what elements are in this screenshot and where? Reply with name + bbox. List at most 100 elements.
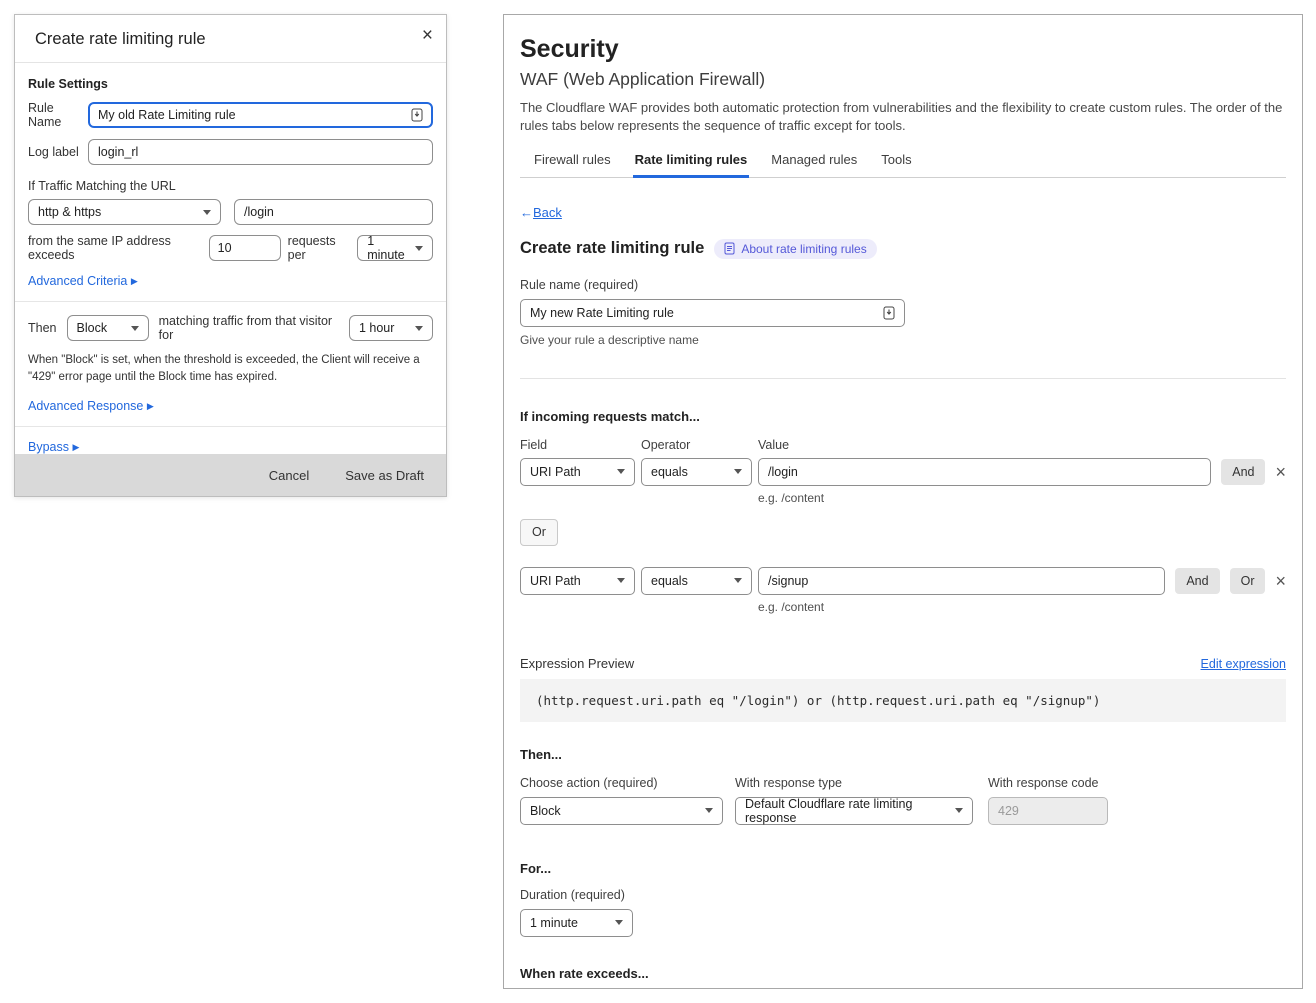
advanced-response-link[interactable]: Advanced Response ▶ xyxy=(28,399,433,413)
response-code-input xyxy=(988,797,1108,825)
modal-footer: Cancel Save as Draft xyxy=(15,454,446,496)
or-button[interactable]: Or xyxy=(520,519,558,546)
and-button[interactable]: And xyxy=(1175,568,1219,594)
edit-expression-link[interactable]: Edit expression xyxy=(1201,657,1286,671)
expand-triangle-icon: ▶ xyxy=(131,276,138,286)
page-description: The Cloudflare WAF provides both automat… xyxy=(520,99,1286,136)
condition-column-labels: Field Operator Value xyxy=(520,438,1286,452)
field-select[interactable]: URI Path xyxy=(520,458,635,486)
document-icon xyxy=(724,242,735,255)
rule-name-input[interactable] xyxy=(88,102,433,128)
rule-name-input[interactable] xyxy=(520,299,905,327)
operator-select[interactable]: equals xyxy=(641,458,752,486)
tab-managed-rules[interactable]: Managed rules xyxy=(771,152,857,177)
duration-label: Duration (required) xyxy=(520,888,1286,902)
match-section: If incoming requests match... Field Oper… xyxy=(520,409,1286,614)
period-select[interactable]: 1 minute xyxy=(357,235,433,261)
and-button[interactable]: And xyxy=(1221,459,1265,485)
back-arrow-icon: ← xyxy=(520,205,533,220)
url-input[interactable] xyxy=(234,199,433,225)
rule-name-label: Rule name (required) xyxy=(520,278,1286,292)
condition-row: URI Path equals And × xyxy=(520,458,1286,486)
rule-name-help: Give your rule a descriptive name xyxy=(520,333,1286,347)
response-type-select[interactable]: Default Cloudflare rate limiting respons… xyxy=(735,797,973,825)
action-select[interactable]: Block xyxy=(67,315,149,341)
duration-select[interactable]: 1 minute xyxy=(520,909,633,937)
response-type-label: With response type xyxy=(735,776,973,790)
page-subtitle: WAF (Web Application Firewall) xyxy=(520,69,1286,90)
condition-row: URI Path equals And Or × xyxy=(520,567,1286,595)
close-icon[interactable]: × xyxy=(422,26,433,45)
expression-preview-label: Expression Preview xyxy=(520,656,634,671)
value-input-field[interactable] xyxy=(768,465,1201,479)
for-section: For... Duration (required) 1 minute xyxy=(520,861,1286,937)
waf-tabs: Firewall rules Rate limiting rules Manag… xyxy=(520,152,1286,178)
then-section-heading: Then... xyxy=(520,747,1286,762)
screen: Create rate limiting rule × Rule Setting… xyxy=(0,0,1316,1003)
value-input[interactable] xyxy=(758,458,1211,486)
cancel-button[interactable]: Cancel xyxy=(269,468,309,483)
rule-name-block: Rule name (required) Give your rule a de… xyxy=(520,278,1286,347)
expression-preview-block: Expression Preview Edit expression (http… xyxy=(520,656,1286,722)
tab-firewall-rules[interactable]: Firewall rules xyxy=(534,152,611,177)
match-section-heading: If incoming requests match... xyxy=(520,409,1286,424)
chevron-down-icon xyxy=(203,210,211,215)
modal-title: Create rate limiting rule xyxy=(35,30,433,49)
chevron-down-icon xyxy=(617,578,625,583)
tab-rate-limiting-rules[interactable]: Rate limiting rules xyxy=(635,152,748,177)
threshold-input[interactable] xyxy=(209,235,281,261)
autofill-icon xyxy=(411,108,423,122)
block-note-text: When "Block" is set, when the threshold … xyxy=(28,352,433,387)
value-input-field[interactable] xyxy=(768,574,1155,588)
value-input[interactable] xyxy=(758,567,1165,595)
for-section-heading: For... xyxy=(520,861,1286,876)
page-title: Security xyxy=(520,35,1286,64)
log-label-input-field[interactable] xyxy=(98,145,423,159)
chevron-down-icon xyxy=(734,578,742,583)
value-column-label: Value xyxy=(758,438,789,452)
rule-name-input-field[interactable] xyxy=(530,306,877,320)
operator-column-label: Operator xyxy=(641,438,752,452)
bypass-link[interactable]: Bypass ▶ xyxy=(28,440,433,454)
chevron-down-icon xyxy=(615,920,623,925)
tab-tools[interactable]: Tools xyxy=(881,152,911,177)
security-waf-panel: Security WAF (Web Application Firewall) … xyxy=(503,14,1303,989)
chevron-down-icon xyxy=(734,469,742,474)
about-rate-limiting-rules-badge[interactable]: About rate limiting rules xyxy=(714,239,876,259)
remove-condition-icon[interactable]: × xyxy=(1275,572,1286,590)
action-select[interactable]: Block xyxy=(520,797,723,825)
then-section: Then... Choose action (required) With re… xyxy=(520,747,1286,825)
response-code-input-field xyxy=(998,804,1098,818)
save-as-draft-button[interactable]: Save as Draft xyxy=(345,468,424,483)
rate-section: When rate exceeds... Requests (required)… xyxy=(520,966,1286,989)
divider xyxy=(15,301,446,302)
form-title: Create rate limiting rule xyxy=(520,239,704,258)
chevron-down-icon xyxy=(131,326,139,331)
form-title-row: Create rate limiting rule About rate lim… xyxy=(520,239,1286,259)
response-code-label: With response code xyxy=(988,776,1108,790)
rate-section-heading: When rate exceeds... xyxy=(520,966,1286,981)
field-column-label: Field xyxy=(520,438,635,452)
or-button[interactable]: Or xyxy=(1230,568,1266,594)
operator-select[interactable]: equals xyxy=(641,567,752,595)
field-select[interactable]: URI Path xyxy=(520,567,635,595)
chevron-down-icon xyxy=(617,469,625,474)
divider xyxy=(15,426,446,427)
block-duration-select[interactable]: 1 hour xyxy=(349,315,433,341)
expression-preview-code: (http.request.uri.path eq "/login") or (… xyxy=(520,679,1286,722)
create-rate-limiting-rule-modal: Create rate limiting rule × Rule Setting… xyxy=(14,14,447,497)
threshold-row: from the same IP address exceeds request… xyxy=(28,234,433,262)
log-label-input[interactable] xyxy=(88,139,433,165)
threshold-prefix-text: from the same IP address exceeds xyxy=(28,234,202,262)
modal-body: Rule Settings Rule Name Log label If Tra… xyxy=(15,63,446,454)
chevron-down-icon xyxy=(705,808,713,813)
traffic-match-label: If Traffic Matching the URL xyxy=(28,179,433,193)
scheme-select[interactable]: http & https xyxy=(28,199,221,225)
rule-name-input-field[interactable] xyxy=(98,108,405,122)
url-input-field[interactable] xyxy=(244,205,423,219)
advanced-criteria-link[interactable]: Advanced Criteria ▶ xyxy=(28,274,433,288)
back-link[interactable]: ←Back xyxy=(520,205,1286,220)
remove-condition-icon[interactable]: × xyxy=(1275,463,1286,481)
value-hint: e.g. /content xyxy=(758,491,1286,505)
log-label-row: Log label xyxy=(28,139,433,165)
